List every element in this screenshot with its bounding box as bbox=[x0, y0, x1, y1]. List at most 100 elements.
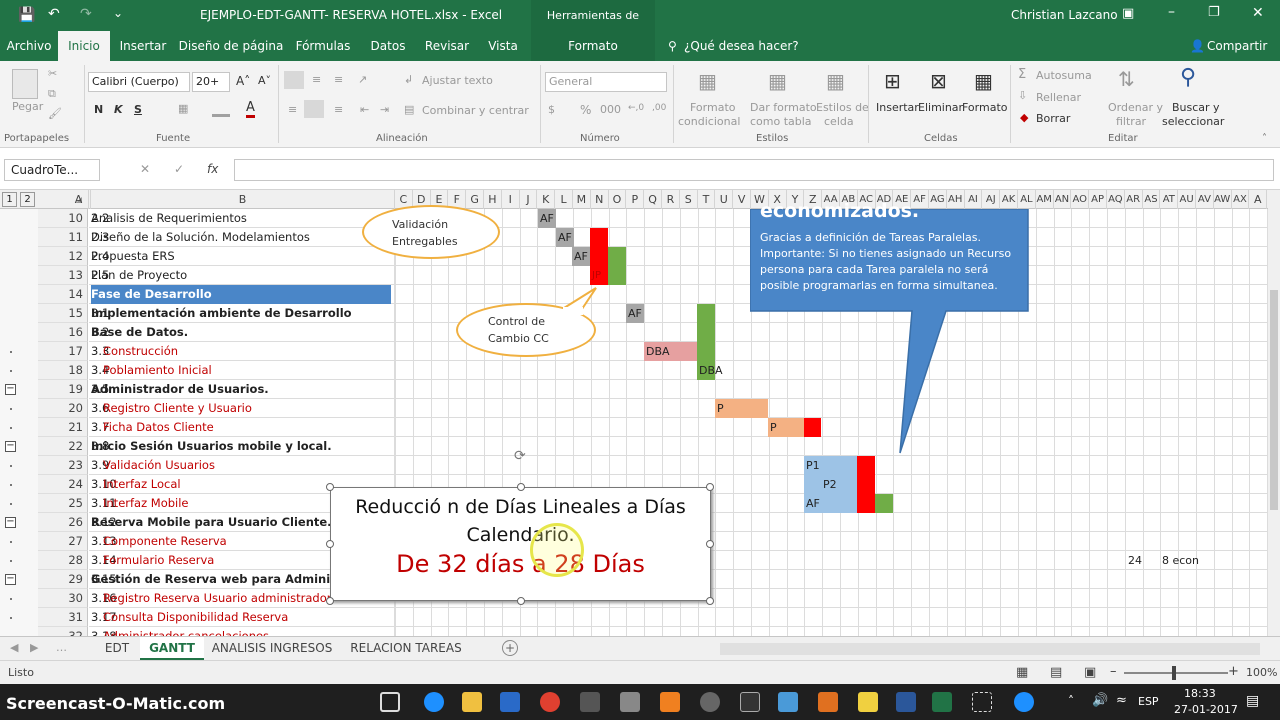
row-header[interactable]: 26 bbox=[38, 513, 88, 532]
app-icon[interactable] bbox=[620, 692, 640, 712]
thousands-icon[interactable]: 000 bbox=[600, 103, 621, 116]
undo-icon[interactable]: ↶ bbox=[48, 6, 60, 22]
conditional-format-label[interactable]: Formato bbox=[690, 101, 736, 114]
cell-task-name[interactable]: Consulta Disponibilidad Reserva bbox=[91, 608, 391, 627]
validation-callout[interactable]: Validación Entregables bbox=[362, 205, 500, 259]
sort-filter-label-2[interactable]: filtrar bbox=[1116, 115, 1146, 128]
more-sheets-icon[interactable]: … bbox=[56, 641, 67, 654]
share-button[interactable]: Compartir bbox=[1207, 39, 1267, 53]
row-header[interactable]: 21 bbox=[38, 418, 88, 437]
clear-button[interactable]: Borrar bbox=[1036, 112, 1070, 125]
sticky-notes-icon[interactable] bbox=[858, 692, 878, 712]
font-name-select[interactable]: Calibri (Cuerpo) bbox=[88, 72, 190, 92]
task-view-icon[interactable] bbox=[380, 692, 400, 712]
row-header[interactable]: 22 bbox=[38, 437, 88, 456]
table-row[interactable]: 23 3.9 Validación Usuarios bbox=[0, 456, 1268, 475]
borders-icon[interactable]: ▦ bbox=[178, 102, 188, 115]
tab-diseno-pagina[interactable]: Diseño de página bbox=[178, 31, 284, 61]
collapse-group-button[interactable]: − bbox=[5, 384, 16, 395]
insert-cells-button[interactable]: Insertar bbox=[876, 101, 919, 114]
language-indicator[interactable]: ESP bbox=[1138, 695, 1159, 708]
cell-task-name[interactable]: Analisis de Requerimientos bbox=[91, 209, 391, 228]
collapse-ribbon-icon[interactable]: ˄ bbox=[1262, 133, 1267, 144]
merge-button[interactable]: Combinar y centrar bbox=[422, 104, 529, 117]
clock-time[interactable]: 18:33 bbox=[1184, 687, 1216, 700]
next-sheet-icon[interactable]: ▶ bbox=[30, 641, 38, 654]
help-icon[interactable] bbox=[1014, 692, 1034, 712]
outline-level-2[interactable]: 2 bbox=[20, 192, 35, 207]
snipping-icon[interactable] bbox=[972, 692, 992, 712]
store-icon[interactable] bbox=[500, 692, 520, 712]
col-header-AT[interactable]: AT bbox=[1160, 190, 1179, 209]
rotate-handle-icon[interactable]: ⟳ bbox=[514, 448, 530, 464]
table-format-icon[interactable]: ▦ bbox=[768, 69, 787, 93]
paste-button[interactable]: Pegar bbox=[12, 100, 43, 113]
align-left-icon[interactable]: ≡ bbox=[288, 103, 297, 116]
fill-button[interactable]: Rellenar bbox=[1036, 91, 1081, 104]
row-header[interactable]: 30 bbox=[38, 589, 88, 608]
edge-icon[interactable] bbox=[424, 692, 444, 712]
scrollbar-thumb[interactable] bbox=[1270, 290, 1278, 510]
file-explorer-icon[interactable] bbox=[462, 692, 482, 712]
col-header-N[interactable]: N bbox=[591, 190, 609, 209]
col-header-M[interactable]: M bbox=[573, 190, 591, 209]
col-header-AR[interactable]: AR bbox=[1125, 190, 1143, 209]
qat-customize-icon[interactable]: ⌄ bbox=[113, 6, 123, 20]
delete-cells-icon[interactable]: ⊠ bbox=[930, 69, 947, 93]
col-header-AH[interactable]: AH bbox=[947, 190, 965, 209]
format-cells-button[interactable]: Formato bbox=[962, 101, 1008, 114]
cell-styles-icon[interactable]: ▦ bbox=[826, 69, 845, 93]
conditional-format-icon[interactable]: ▦ bbox=[698, 69, 717, 93]
cell-task-name[interactable]: Fase de Desarrollo bbox=[91, 285, 391, 304]
copy-icon[interactable]: ⧉ bbox=[48, 87, 56, 101]
resize-handle[interactable] bbox=[517, 597, 525, 605]
sort-filter-icon[interactable]: ⇅ bbox=[1118, 67, 1135, 91]
col-header-AQ[interactable]: AQ bbox=[1107, 190, 1125, 209]
col-header-AO[interactable]: AO bbox=[1071, 190, 1090, 209]
resize-handle[interactable] bbox=[326, 540, 334, 548]
table-row[interactable]: 32 3.18 Administrador cancelaciones. bbox=[0, 627, 1268, 636]
zoom-level[interactable]: 100% bbox=[1246, 666, 1277, 679]
cell-task-name[interactable]: Diseño de la Solución. Modelamientos bbox=[91, 228, 391, 247]
table-row[interactable]: 16 3.2 Base de Datos. bbox=[0, 323, 1268, 342]
shrink-font-icon[interactable]: A˅ bbox=[258, 74, 271, 87]
table-row[interactable]: 15 3.1 Implementación ambiente de Desarrol… bbox=[0, 304, 1268, 323]
decrease-indent-icon[interactable]: ⇤ bbox=[360, 103, 369, 116]
font-size-select[interactable]: 20+ bbox=[192, 72, 230, 92]
row-header[interactable]: 10 bbox=[38, 209, 88, 228]
wrap-text-icon[interactable]: ↲ bbox=[404, 73, 413, 86]
col-header-AM[interactable]: AM bbox=[1036, 190, 1054, 209]
sheet-tab-analisis-ingresos[interactable]: ANALISIS INGRESOS bbox=[206, 637, 338, 660]
resize-handle[interactable] bbox=[326, 597, 334, 605]
sheet-tab-edt[interactable]: EDT bbox=[96, 637, 138, 660]
calculator-icon[interactable] bbox=[580, 692, 600, 712]
fill-icon[interactable]: ⇩ bbox=[1018, 89, 1027, 102]
zoom-slider[interactable] bbox=[1124, 672, 1228, 674]
cell-task-name[interactable]: Validación Usuarios bbox=[91, 456, 391, 475]
vertical-scrollbar[interactable] bbox=[1268, 190, 1280, 636]
collapse-group-button[interactable]: − bbox=[5, 441, 16, 452]
cell-task-name[interactable]: Construcción bbox=[91, 342, 391, 361]
col-header-A[interactable]: A bbox=[67, 190, 91, 209]
col-header-V[interactable]: V bbox=[733, 190, 751, 209]
col-header-U[interactable]: U bbox=[715, 190, 734, 209]
row-header[interactable]: 11 bbox=[38, 228, 88, 247]
tab-revisar[interactable]: Revisar bbox=[420, 31, 474, 61]
row-header[interactable]: 23 bbox=[38, 456, 88, 475]
row-header[interactable]: 14 bbox=[38, 285, 88, 304]
redo-icon[interactable]: ↷ bbox=[80, 6, 92, 22]
cell-task-name[interactable]: Propuesta ERS bbox=[91, 247, 391, 266]
cell-task-name[interactable]: Ficha Datos Cliente bbox=[91, 418, 391, 437]
col-header-AP[interactable]: AP bbox=[1089, 190, 1107, 209]
table-row[interactable]: 12 2.4 Propuesta ERS bbox=[0, 247, 1268, 266]
col-header-AJ[interactable]: AJ bbox=[982, 190, 1001, 209]
insert-cells-icon[interactable]: ⊞ bbox=[884, 69, 901, 93]
col-header-A[interactable]: A bbox=[1249, 190, 1268, 209]
percent-icon[interactable]: % bbox=[580, 103, 591, 117]
app-icon[interactable] bbox=[700, 692, 720, 712]
sheet-tab-gantt[interactable]: GANTT bbox=[140, 637, 204, 660]
save-icon[interactable]: 💾 bbox=[18, 7, 35, 23]
col-header-T[interactable]: T bbox=[698, 190, 716, 209]
reduction-textbox[interactable]: Reducció n de Días Lineales a Días Calen… bbox=[330, 487, 711, 601]
table-row[interactable]: 10 2.2 Analisis de Requerimientos bbox=[0, 209, 1268, 228]
